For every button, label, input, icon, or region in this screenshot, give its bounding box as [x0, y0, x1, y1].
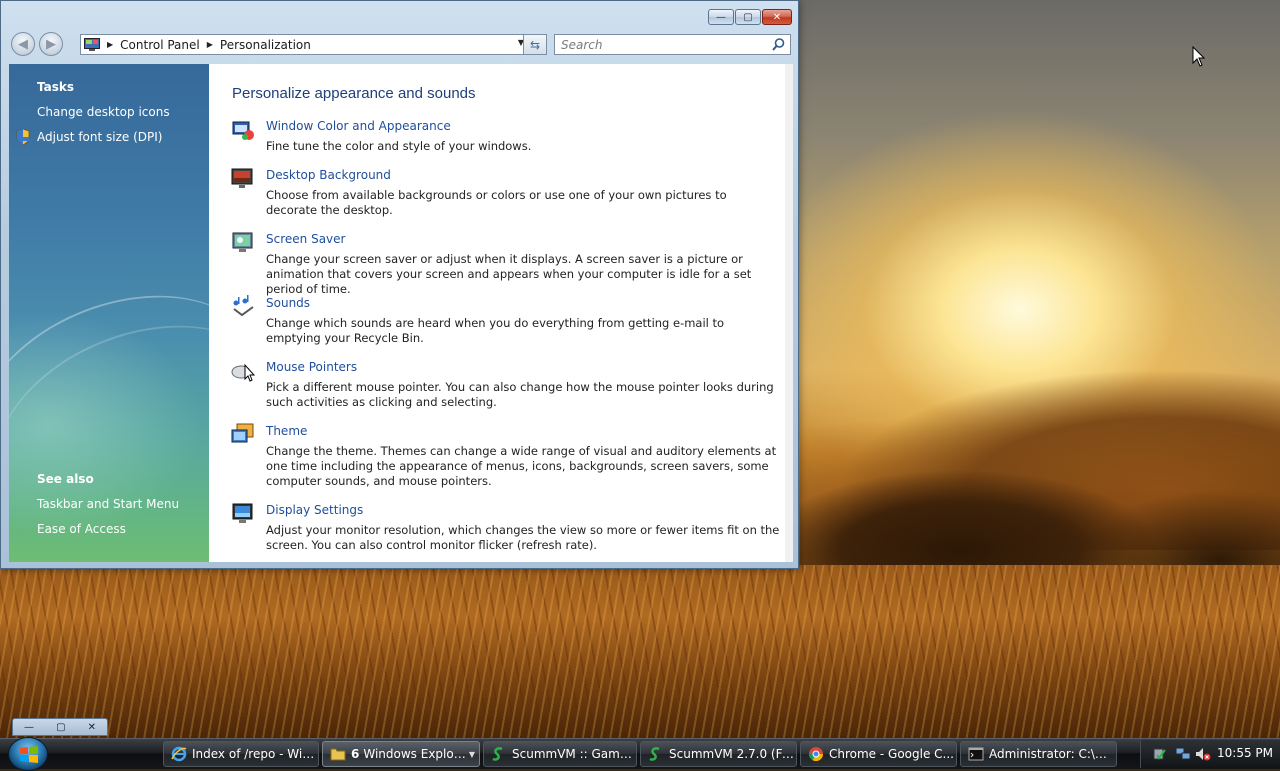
- refresh-button[interactable]: ⇆: [523, 34, 547, 55]
- caption-buttons: — ▢ ✕: [707, 9, 792, 25]
- sounds-link[interactable]: Sounds: [266, 296, 310, 310]
- task-pane: Tasks Change desktop icons Adjust font s…: [9, 64, 209, 562]
- taskbar-button-label: Index of /repo - Win...: [192, 747, 318, 761]
- screen-saver-link[interactable]: Screen Saver: [266, 232, 345, 246]
- sounds-icon: [233, 295, 254, 317]
- restore-down-icon[interactable]: —: [24, 722, 34, 733]
- back-button[interactable]: ◀: [11, 32, 35, 56]
- desktop-background-description: Choose from available backgrounds or col…: [266, 188, 727, 217]
- search-icon[interactable]: [772, 38, 785, 51]
- scummvm-icon: [492, 747, 503, 761]
- mouse-pointers-link[interactable]: Mouse Pointers: [266, 360, 357, 374]
- breadcrumb-control-panel[interactable]: Control Panel: [120, 38, 200, 52]
- breadcrumb-personalization[interactable]: Personalization: [220, 38, 311, 52]
- notification-area: 10:55 PM: [1140, 740, 1280, 768]
- display-settings-link[interactable]: Display Settings: [266, 503, 363, 517]
- taskbar-button-scummvm-games[interactable]: ScummVM :: Games...: [483, 741, 637, 767]
- chrome-icon: [808, 747, 824, 762]
- taskbar-button-label: ScummVM :: Games...: [512, 747, 636, 761]
- window-color-icon: [232, 121, 254, 140]
- theme-description: Change the theme. Themes can change a wi…: [266, 444, 777, 488]
- change-desktop-icons-link[interactable]: Change desktop icons: [37, 105, 170, 119]
- uac-shield-icon: [16, 129, 30, 145]
- theme-link[interactable]: Theme: [266, 424, 307, 438]
- theme-icon: [231, 423, 254, 443]
- desktop-background-icon: [231, 168, 253, 188]
- windows-logo-icon: [20, 746, 38, 763]
- folder-icon: [330, 748, 346, 761]
- desktop-background-link[interactable]: Desktop Background: [266, 168, 391, 182]
- taskbar-button-command-prompt[interactable]: Administrator: C:\W...: [960, 741, 1117, 767]
- ease-of-access-link[interactable]: Ease of Access: [37, 522, 126, 536]
- screen-saver-description: Change your screen saver or adjust when …: [266, 252, 752, 296]
- breadcrumb-separator-icon: ▶: [206, 40, 213, 49]
- search-input[interactable]: [559, 36, 768, 53]
- page-title: Personalize appearance and sounds: [232, 85, 476, 102]
- command-prompt-icon: [968, 747, 984, 761]
- screen-saver-icon: [232, 232, 253, 252]
- display-settings-icon: [232, 503, 253, 523]
- see-also-heading: See also: [37, 472, 94, 486]
- maximize-button[interactable]: ▢: [735, 9, 761, 25]
- mouse-pointers-icon: [231, 363, 255, 382]
- taskbar-button-label: ScummVM 2.7.0 (Fe...: [669, 747, 796, 761]
- scrollbar-edge: [785, 64, 793, 562]
- volume-muted-icon[interactable]: [1195, 746, 1211, 762]
- address-bar[interactable]: ▶ Control Panel ▶ Personalization ▼: [80, 34, 529, 55]
- mouse-cursor-icon: [1192, 46, 1206, 67]
- taskbar-button-internet-explorer[interactable]: Index of /repo - Win...: [163, 741, 319, 767]
- taskbar-button-label: Chrome - Google C...: [829, 747, 954, 761]
- internet-explorer-icon: [171, 746, 187, 762]
- taskbar-group-windows-explorer[interactable]: 6 Windows Explorer ▼: [322, 741, 480, 767]
- close-icon[interactable]: ✕: [88, 722, 96, 733]
- taskbar-start-menu-link[interactable]: Taskbar and Start Menu: [37, 497, 179, 511]
- breadcrumb-separator-icon: ▶: [107, 40, 114, 49]
- content-pane: Personalize appearance and sounds Window…: [209, 64, 793, 562]
- wallpaper-grass: [0, 565, 1280, 738]
- search-box[interactable]: [554, 34, 791, 55]
- sounds-description: Change which sounds are heard when you d…: [266, 316, 725, 345]
- chevron-down-icon: ▼: [468, 749, 475, 759]
- scummvm-icon: [649, 747, 660, 761]
- back-arrow-icon: ◀: [18, 36, 28, 52]
- window-color-link[interactable]: Window Color and Appearance: [266, 119, 451, 133]
- taskbar-button-chrome[interactable]: Chrome - Google C...: [800, 741, 957, 767]
- system-clock[interactable]: 10:55 PM: [1217, 746, 1273, 760]
- mouse-pointers-description: Pick a different mouse pointer. You can …: [266, 380, 774, 409]
- minimize-button[interactable]: —: [708, 9, 734, 25]
- taskbar-button-label: Windows Explorer: [363, 747, 469, 761]
- tasks-heading: Tasks: [37, 80, 75, 94]
- close-button[interactable]: ✕: [762, 9, 792, 25]
- network-icon[interactable]: [1175, 746, 1191, 762]
- refresh-icon: ⇆: [529, 37, 541, 52]
- maximize-icon[interactable]: ▢: [56, 722, 65, 733]
- taskbar-button-label: Administrator: C:\W...: [989, 747, 1116, 761]
- safely-remove-hardware-icon[interactable]: [1151, 746, 1167, 762]
- taskbar-button-scummvm-app[interactable]: ScummVM 2.7.0 (Fe...: [640, 741, 797, 767]
- taskbar: Index of /repo - Win... 6 Windows Explor…: [0, 737, 1280, 771]
- adjust-font-size-link[interactable]: Adjust font size (DPI): [37, 130, 162, 144]
- forward-button[interactable]: ▶: [39, 32, 63, 56]
- window-count: 6: [351, 747, 360, 761]
- personalization-window: — ▢ ✕ ◀ ▶ ▶ Control Panel ▶ Personalizat…: [0, 0, 799, 569]
- control-panel-icon: [84, 38, 100, 51]
- minimized-window-bar[interactable]: — ▢ ✕: [12, 718, 108, 736]
- start-button[interactable]: [8, 737, 48, 771]
- forward-arrow-icon: ▶: [46, 36, 56, 52]
- window-color-description: Fine tune the color and style of your wi…: [266, 139, 532, 153]
- navigation-bar: ◀ ▶ ▶ Control Panel ▶ Personalization ▼ …: [9, 32, 792, 58]
- display-settings-description: Adjust your monitor resolution, which ch…: [266, 523, 780, 552]
